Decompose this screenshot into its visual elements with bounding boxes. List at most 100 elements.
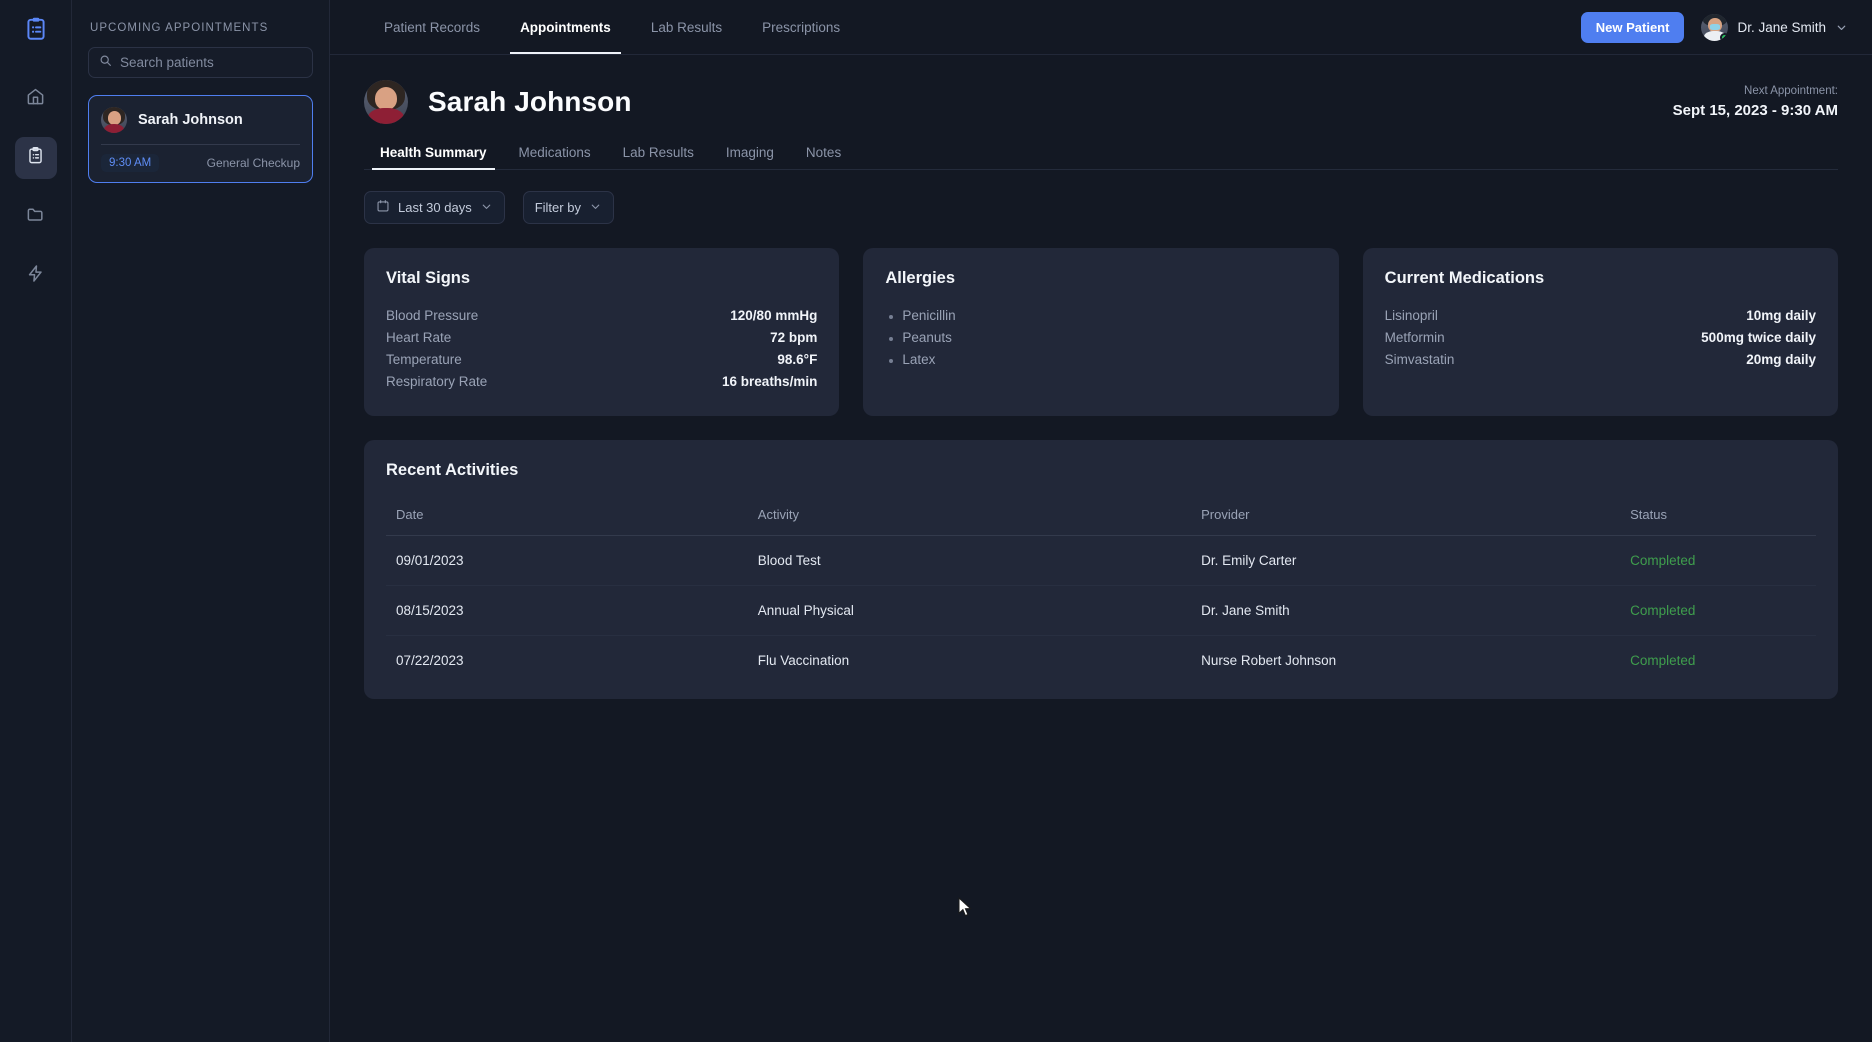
vital-value: 16 breaths/min (722, 374, 817, 389)
app-logo-clipboard-icon (18, 11, 54, 47)
chevron-down-icon (1835, 21, 1848, 34)
status-badge: Completed (1630, 586, 1816, 636)
vital-row: Respiratory Rate 16 breaths/min (386, 370, 817, 392)
summary-cards: Vital Signs Blood Pressure 120/80 mmHg H… (364, 248, 1838, 416)
chevron-down-icon (589, 200, 602, 216)
vital-row: Temperature 98.6°F (386, 348, 817, 370)
column-header-activity[interactable]: Activity (758, 496, 1201, 536)
search-input[interactable] (120, 55, 302, 70)
vital-label: Blood Pressure (386, 308, 478, 323)
status-badge: Completed (1630, 636, 1816, 686)
nav-tab-patient-records[interactable]: Patient Records (364, 0, 500, 54)
rail-item-home[interactable] (15, 78, 57, 120)
next-appointment-value: Sept 15, 2023 - 9:30 AM (1673, 102, 1838, 119)
vital-label: Temperature (386, 352, 462, 367)
online-status-dot (1720, 33, 1728, 41)
folder-icon (26, 205, 45, 229)
nav-tab-appointments[interactable]: Appointments (500, 0, 631, 54)
medication-name: Metformin (1385, 330, 1445, 345)
cell-activity: Flu Vaccination (758, 636, 1201, 686)
card-title: Current Medications (1385, 269, 1816, 288)
next-appointment-label: Next Appointment: (1673, 85, 1838, 97)
search-icon (99, 54, 112, 72)
activity-icon (26, 264, 45, 288)
nav-tab-prescriptions[interactable]: Prescriptions (742, 0, 860, 54)
patient-tabs: Health Summary Medications Lab Results I… (364, 145, 1838, 170)
vital-row: Heart Rate 72 bpm (386, 326, 817, 348)
cell-activity: Blood Test (758, 536, 1201, 586)
icon-rail (0, 0, 72, 1042)
rail-item-records[interactable] (15, 137, 57, 179)
tab-lab-results[interactable]: Lab Results (607, 145, 710, 169)
home-icon (26, 87, 45, 111)
list-item: Penicillin (885, 304, 1316, 326)
next-appointment: Next Appointment: Sept 15, 2023 - 9:30 A… (1673, 85, 1838, 119)
table-body: 09/01/2023 Blood Test Dr. Emily Carter C… (386, 536, 1816, 686)
tab-medications[interactable]: Medications (503, 145, 607, 169)
chevron-down-icon (480, 200, 493, 216)
rail-item-activity[interactable] (15, 255, 57, 297)
column-header-provider[interactable]: Provider (1201, 496, 1630, 536)
vital-value: 120/80 mmHg (730, 308, 817, 323)
date-range-label: Last 30 days (398, 200, 472, 215)
table-row[interactable]: 09/01/2023 Blood Test Dr. Emily Carter C… (386, 536, 1816, 586)
vital-row: Blood Pressure 120/80 mmHg (386, 304, 817, 326)
page-title: Sarah Johnson (428, 86, 632, 118)
vital-label: Respiratory Rate (386, 374, 487, 389)
vital-value: 72 bpm (770, 330, 817, 345)
medication-dose: 10mg daily (1746, 308, 1816, 323)
tab-notes[interactable]: Notes (790, 145, 857, 169)
new-patient-button[interactable]: New Patient (1581, 12, 1685, 43)
medication-name: Lisinopril (1385, 308, 1438, 323)
appointment-type: General Checkup (207, 156, 300, 170)
clipboard-icon (26, 146, 45, 170)
user-avatar (1701, 14, 1728, 41)
medication-row: Metformin 500mg twice daily (1385, 326, 1816, 348)
patient-header: Sarah Johnson Next Appointment: Sept 15,… (364, 55, 1838, 124)
search-patients-field[interactable] (88, 47, 313, 78)
vital-signs-card: Vital Signs Blood Pressure 120/80 mmHg H… (364, 248, 839, 416)
appointment-card-footer: 9:30 AM General Checkup (101, 154, 300, 172)
appointments-panel: UPCOMING APPOINTMENTS Sarah Johnson 9:30… (72, 0, 330, 1042)
cell-activity: Annual Physical (758, 586, 1201, 636)
cell-provider: Dr. Jane Smith (1201, 586, 1630, 636)
user-menu[interactable]: Dr. Jane Smith (1701, 14, 1848, 41)
card-title: Recent Activities (386, 461, 1816, 480)
cell-date: 07/22/2023 (386, 636, 758, 686)
medication-row: Simvastatin 20mg daily (1385, 348, 1816, 370)
table-header: Date Activity Provider Status (386, 496, 1816, 536)
panel-title: UPCOMING APPOINTMENTS (88, 22, 313, 34)
top-bar-actions: New Patient Dr. Jane Smith (1581, 12, 1848, 43)
appointment-time-badge: 9:30 AM (101, 154, 159, 172)
column-header-date[interactable]: Date (386, 496, 758, 536)
app-root: UPCOMING APPOINTMENTS Sarah Johnson 9:30… (0, 0, 1872, 1042)
medication-dose: 20mg daily (1746, 352, 1816, 367)
medication-row: Lisinopril 10mg daily (1385, 304, 1816, 326)
date-range-filter[interactable]: Last 30 days (364, 191, 505, 224)
appointment-card-sarah-johnson[interactable]: Sarah Johnson 9:30 AM General Checkup (88, 95, 313, 183)
recent-activities-table: Date Activity Provider Status 09/01/2023… (386, 496, 1816, 685)
card-title: Vital Signs (386, 269, 817, 288)
main-area: Patient Records Appointments Lab Results… (330, 0, 1872, 1042)
column-header-status[interactable]: Status (1630, 496, 1816, 536)
allergies-card: Allergies Penicillin Peanuts Latex (863, 248, 1338, 416)
medication-name: Simvastatin (1385, 352, 1455, 367)
table-row[interactable]: 08/15/2023 Annual Physical Dr. Jane Smit… (386, 586, 1816, 636)
user-name: Dr. Jane Smith (1737, 20, 1826, 35)
table-row[interactable]: 07/22/2023 Flu Vaccination Nurse Robert … (386, 636, 1816, 686)
patient-avatar (364, 80, 408, 124)
tab-imaging[interactable]: Imaging (710, 145, 790, 169)
filter-by-label: Filter by (535, 200, 581, 215)
vital-label: Heart Rate (386, 330, 451, 345)
calendar-icon (376, 199, 390, 216)
tab-health-summary[interactable]: Health Summary (364, 145, 503, 169)
cell-date: 09/01/2023 (386, 536, 758, 586)
top-navigation-bar: Patient Records Appointments Lab Results… (330, 0, 1872, 55)
current-medications-card: Current Medications Lisinopril 10mg dail… (1363, 248, 1838, 416)
nav-tab-lab-results[interactable]: Lab Results (631, 0, 742, 54)
rail-item-files[interactable] (15, 196, 57, 238)
cell-date: 08/15/2023 (386, 586, 758, 636)
list-item: Peanuts (885, 326, 1316, 348)
filter-by-dropdown[interactable]: Filter by (523, 191, 614, 224)
cell-provider: Nurse Robert Johnson (1201, 636, 1630, 686)
